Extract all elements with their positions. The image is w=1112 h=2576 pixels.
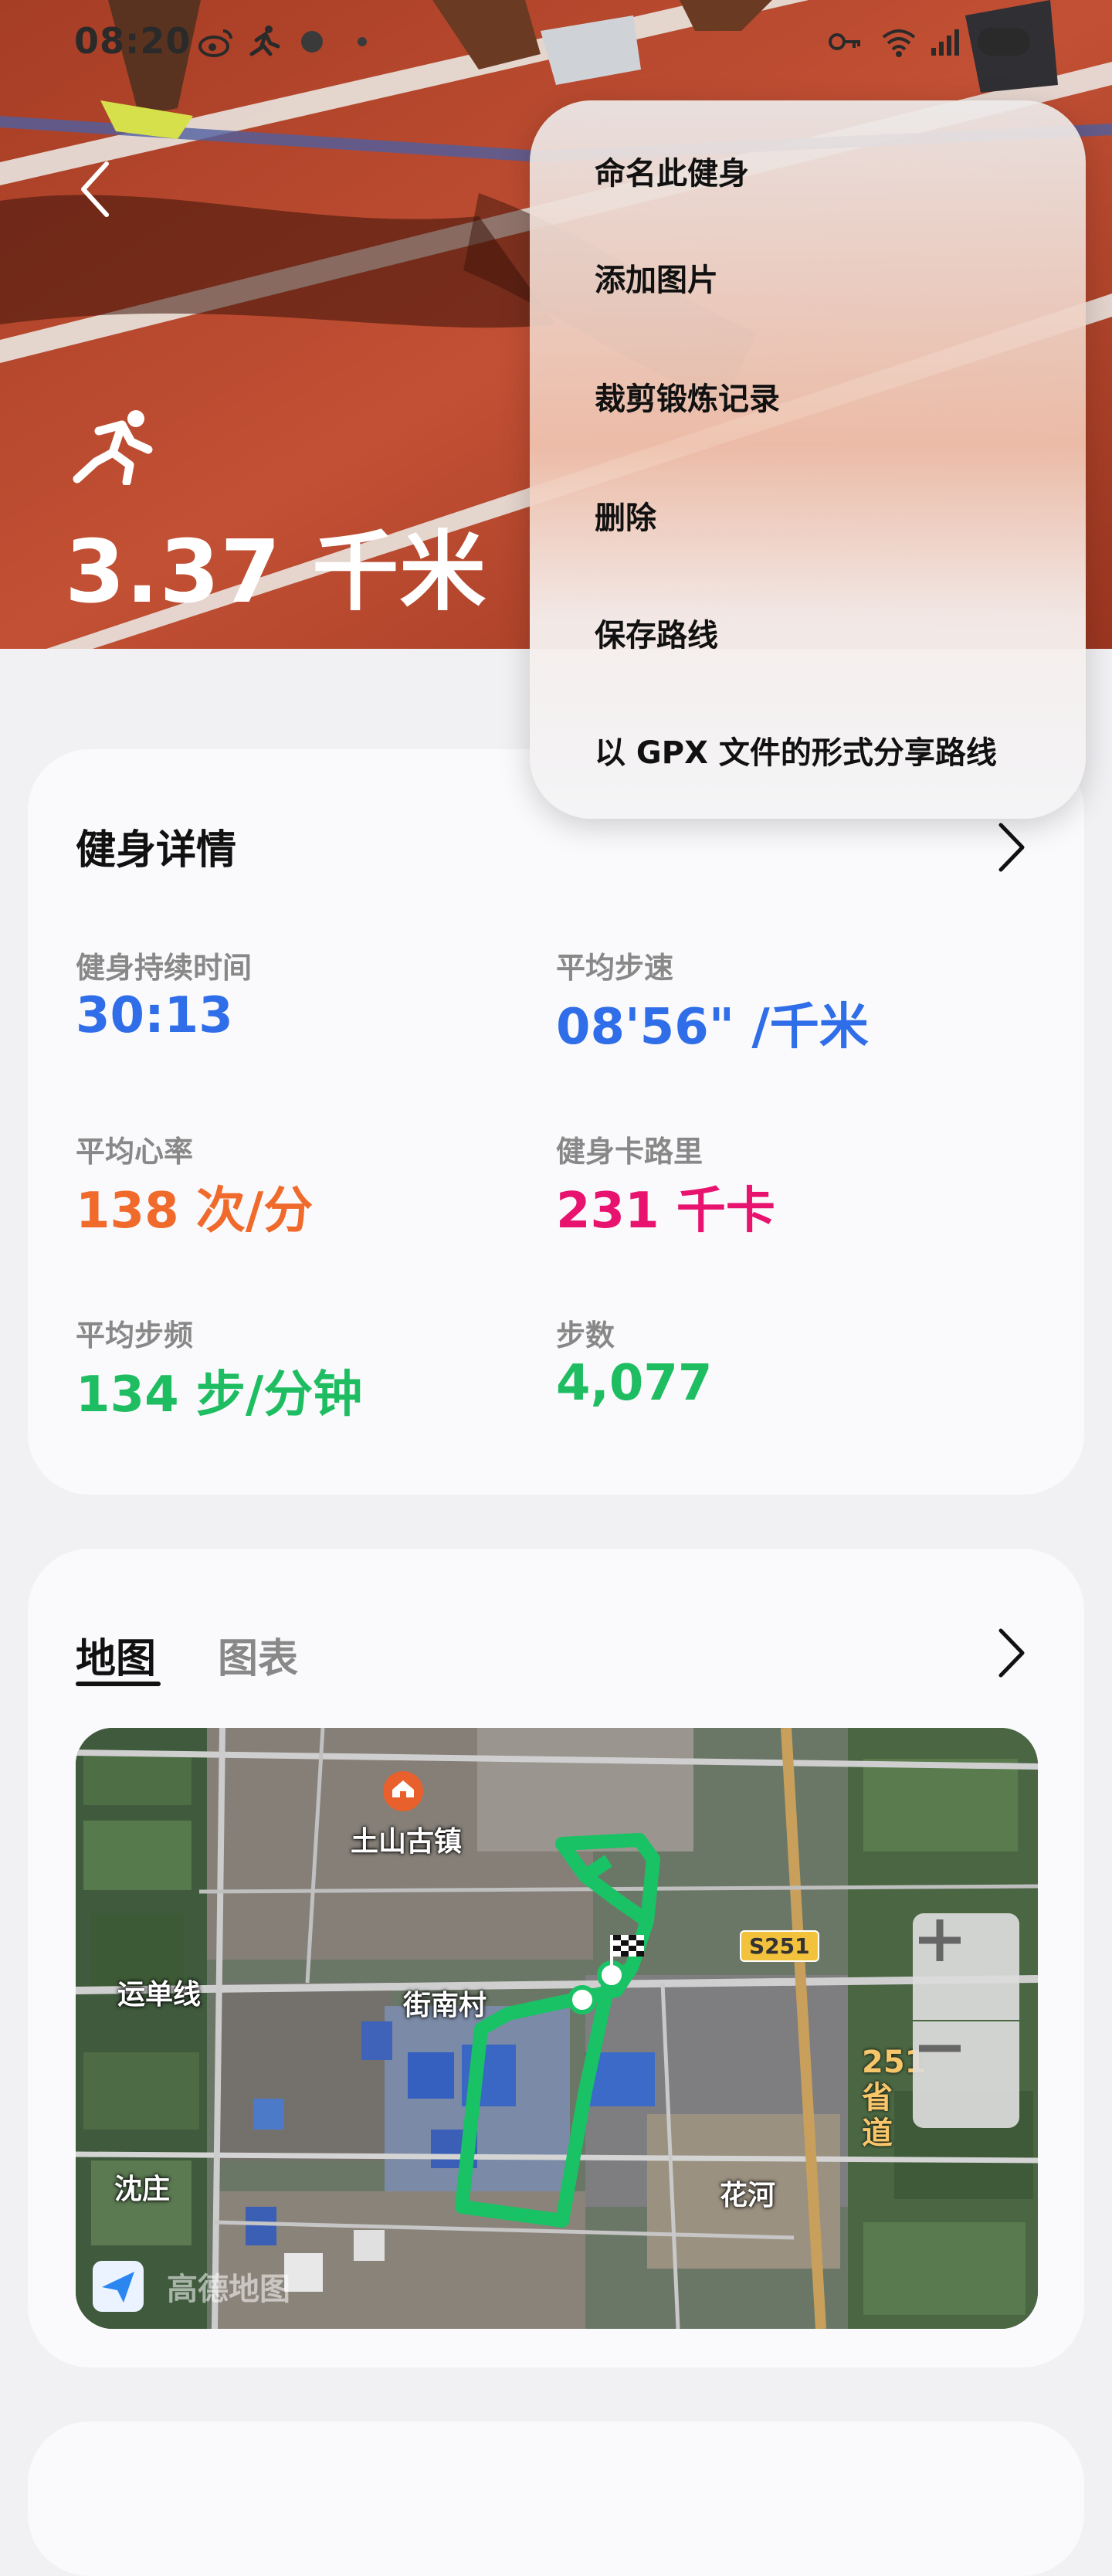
- dot-icon: [301, 31, 323, 53]
- map-label-town: 土山古镇: [351, 1826, 463, 1858]
- back-icon[interactable]: [70, 154, 124, 224]
- map-label-huahe: 花河: [720, 2180, 776, 2211]
- stat-value-pace: 08'56" /千米: [556, 999, 869, 1056]
- road-badge-s251: S251: [740, 1930, 819, 1962]
- map-label-yundan: 运单线: [117, 1979, 202, 2011]
- zoom-in-button[interactable]: [913, 1913, 1019, 2020]
- menu-item-rename[interactable]: 命名此健身: [595, 148, 749, 193]
- map-card: 地图 图表 土山古镇 运单线 街南村 沈庄 花河 S251 25 省道 高德地图: [28, 1549, 1084, 2367]
- weibo-icon: [198, 29, 232, 57]
- stat-label-steps: 步数: [556, 1319, 615, 1352]
- small-dot-icon: [358, 37, 367, 46]
- stat-value-cadence: 134 步/分钟: [76, 1366, 363, 1424]
- signal-icon: [931, 29, 959, 56]
- wifi-icon: [882, 29, 916, 57]
- status-bar: 08:20: [0, 0, 1112, 89]
- zoom-out-button[interactable]: [913, 2021, 1019, 2128]
- menu-item-save-route[interactable]: 保存路线: [595, 610, 718, 655]
- tab-map-underline: [76, 1682, 161, 1686]
- start-marker: [568, 1985, 597, 2014]
- stat-value-heart-rate: 138 次/分: [76, 1183, 314, 1240]
- menu-item-add-image[interactable]: 添加图片: [595, 255, 718, 300]
- stat-label-duration: 健身持续时间: [76, 951, 253, 985]
- chevron-right-icon[interactable]: [993, 820, 1029, 874]
- battery-icon: [978, 28, 1030, 56]
- options-menu: 命名此健身 添加图片 裁剪锻炼记录 删除 保存路线 以 GPX 文件的形式分享路…: [530, 100, 1086, 819]
- stat-value-calories: 231 千卡: [556, 1183, 775, 1240]
- plus-icon: [919, 1919, 961, 1961]
- map-label-provincial-road: 251省道: [862, 2045, 927, 2151]
- details-title: 健身详情: [76, 827, 237, 874]
- menu-item-delete[interactable]: 删除: [595, 493, 656, 538]
- menu-item-trim-record[interactable]: 裁剪锻炼记录: [595, 374, 780, 419]
- map-label-jienan: 街南村: [403, 1990, 487, 2021]
- stat-label-heart-rate: 平均心率: [76, 1135, 194, 1169]
- chevron-right-icon[interactable]: [993, 1626, 1029, 1680]
- tab-chart[interactable]: 图表: [218, 1626, 298, 1684]
- minus-icon: [919, 2045, 961, 2052]
- stat-value-steps: 4,077: [556, 1355, 713, 1412]
- stat-value-duration: 30:13: [76, 987, 233, 1044]
- stat-label-cadence: 平均步频: [76, 1319, 194, 1352]
- route-map[interactable]: 土山古镇 运单线 街南村 沈庄 花河 S251 251省道 高德地图: [76, 1728, 1038, 2329]
- stat-label-calories: 健身卡路里: [556, 1135, 703, 1169]
- running-status-icon: [249, 25, 280, 56]
- menu-item-share-gpx[interactable]: 以 GPX 文件的形式分享路线: [595, 728, 997, 772]
- status-time: 08:20: [74, 20, 192, 62]
- next-card: [28, 2422, 1084, 2576]
- key-icon: [829, 33, 860, 50]
- amap-logo-text: 高德地图: [167, 2272, 290, 2307]
- map-label-shenzhuang: 沈庄: [114, 2174, 171, 2205]
- satellite-map: [76, 1728, 1038, 2329]
- amap-logo-icon: [93, 2261, 144, 2312]
- stat-label-pace: 平均步速: [556, 951, 674, 985]
- workout-details-card: 健身详情 健身持续时间 30:13 平均步速 08'56" /千米 平均心率 1…: [28, 749, 1084, 1495]
- running-icon: [73, 410, 153, 485]
- distance-value: 3.37 千米: [65, 522, 487, 623]
- tab-map[interactable]: 地图: [76, 1626, 156, 1684]
- landmark-icon: [383, 1771, 423, 1811]
